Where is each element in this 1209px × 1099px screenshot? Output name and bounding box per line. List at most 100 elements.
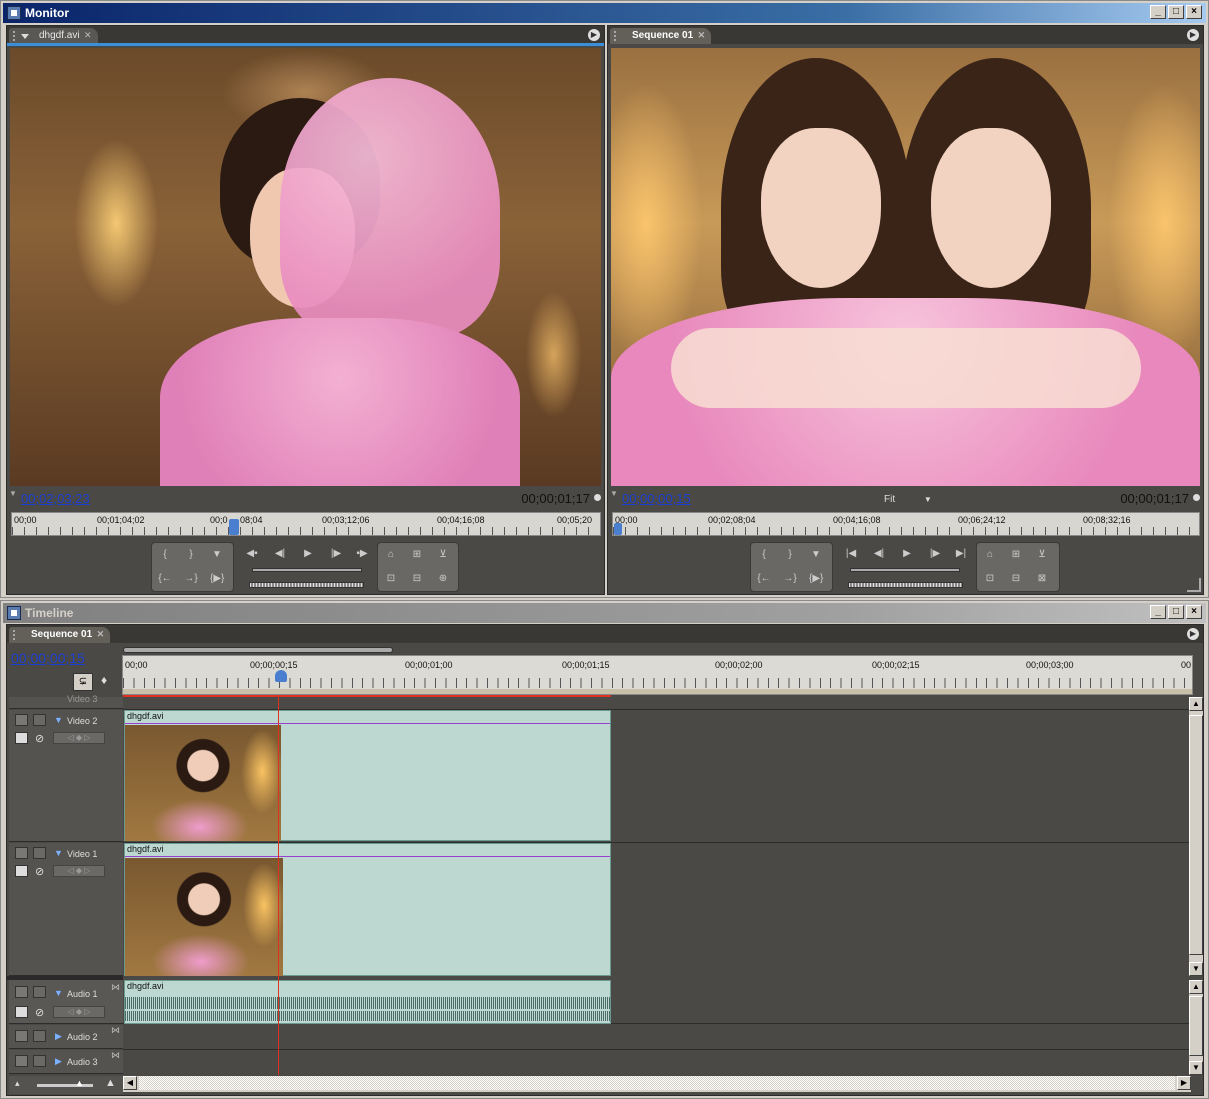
maximize-button[interactable]: □ <box>1168 605 1184 619</box>
zoom-slider[interactable] <box>37 1084 93 1087</box>
chevron-right-icon[interactable]: ▶ <box>55 1031 62 1042</box>
scroll-down-icon[interactable]: ▼ <box>1189 962 1203 976</box>
tab-sequence-01[interactable]: Sequence 01 ✕ <box>610 28 712 44</box>
take-av-icon[interactable]: ⊕ <box>436 573 450 585</box>
safe-margins-icon[interactable]: ⊞ <box>410 549 424 561</box>
scroll-up-icon[interactable]: ▲ <box>1189 697 1203 711</box>
grip-icon[interactable] <box>13 630 19 640</box>
shuttle-slider[interactable] <box>252 568 362 572</box>
speaker-icon[interactable] <box>15 1055 28 1067</box>
trim-icon[interactable]: ⊠ <box>1035 573 1049 585</box>
loop-icon[interactable]: ⌂ <box>384 549 398 561</box>
play-icon[interactable]: ▶ <box>301 548 315 560</box>
output-icon[interactable]: ⊻ <box>436 549 450 561</box>
monitor-titlebar[interactable]: Monitor _ □ × <box>3 3 1206 23</box>
close-tab-icon[interactable]: ✕ <box>698 28 706 43</box>
minimize-button[interactable]: _ <box>1150 5 1166 19</box>
scroll-thumb[interactable] <box>1189 996 1203 1056</box>
video1-clip[interactable]: dhgdf.avi <box>124 843 611 976</box>
play-in-out-icon[interactable]: {▶} <box>809 573 823 585</box>
extract-icon[interactable]: ⊟ <box>1009 573 1023 585</box>
keyframe-nav[interactable]: ◁ ◆ ▷ <box>53 732 105 744</box>
scroll-down-icon[interactable]: ▼ <box>1189 1061 1203 1075</box>
step-forward-icon[interactable]: |▶ <box>928 548 942 560</box>
timeline-playhead-icon[interactable] <box>275 670 287 682</box>
set-marker-icon[interactable]: ♦ <box>101 673 113 689</box>
set-in-icon[interactable]: { <box>158 549 172 561</box>
marker-icon[interactable]: ▼ <box>210 549 224 561</box>
keyframe-nav[interactable]: ◁ ◆ ▷ <box>53 865 105 877</box>
keyframe-nav[interactable]: ◁ ◆ ▷ <box>53 1006 105 1018</box>
chevron-down-icon[interactable]: ▼ <box>54 988 63 998</box>
tab-source-clip[interactable]: dhgdf.avi ✕ <box>9 28 98 44</box>
playhead-line[interactable] <box>278 697 279 1075</box>
source-time-ruler[interactable]: 00;00 00;01;04;02 00;0 08;04 00;03;12;06… <box>11 512 601 536</box>
video-vertical-scrollbar[interactable]: ▲ ▼ <box>1189 697 1203 976</box>
source-playhead-icon[interactable] <box>229 519 239 535</box>
grip-icon[interactable] <box>13 31 19 41</box>
lock-toggle[interactable] <box>33 986 46 998</box>
close-tab-icon[interactable]: ✕ <box>84 28 92 43</box>
keyframe-toggle-icon[interactable]: ⊘ <box>35 865 44 878</box>
zoom-in-icon[interactable]: ▲ <box>105 1077 116 1089</box>
sync-lock-icon[interactable]: ⋈ <box>111 1050 120 1061</box>
speaker-icon[interactable] <box>15 1030 28 1042</box>
insert-icon[interactable]: ⊡ <box>384 573 398 585</box>
chevron-down-icon[interactable] <box>21 34 29 39</box>
prev-edit-icon[interactable]: |◀ <box>844 548 858 560</box>
timeline-timecode[interactable]: 00;00;00;15 <box>11 650 85 666</box>
panel-menu-icon[interactable]: ▶ <box>588 29 600 41</box>
zoom-out-icon[interactable]: ▴ <box>15 1078 20 1089</box>
chevron-down-icon[interactable]: ▼ <box>54 715 63 725</box>
source-timecode[interactable]: 00;02;03;23 <box>21 491 90 506</box>
zoom-select[interactable]: Fit ▼ <box>884 494 932 505</box>
goto-out-icon[interactable]: →} <box>184 573 198 585</box>
timeline-time-ruler[interactable]: 00;00 00;00;00;15 00;00;01;00 00;00;01;1… <box>122 655 1193 695</box>
waveform-style-icon[interactable] <box>15 1006 28 1018</box>
close-button[interactable]: × <box>1186 605 1202 619</box>
resize-grip-icon[interactable] <box>1187 578 1201 592</box>
scroll-left-icon[interactable]: ◀ <box>123 1076 137 1090</box>
lock-toggle[interactable] <box>33 1030 46 1042</box>
horizontal-scrollbar[interactable]: ◀ ▶ <box>123 1076 1191 1092</box>
set-in-icon[interactable]: { <box>757 549 771 561</box>
panel-menu-icon[interactable]: ▶ <box>1187 29 1199 41</box>
maximize-button[interactable]: □ <box>1168 5 1184 19</box>
goto-in-icon[interactable]: {← <box>158 573 172 585</box>
shuttle-slider[interactable] <box>850 568 960 572</box>
scroll-up-icon[interactable]: ▲ <box>1189 980 1203 994</box>
goto-in-icon[interactable]: {← <box>757 573 771 585</box>
chevron-down-icon[interactable]: ▼ <box>54 848 63 858</box>
play-icon[interactable]: ▶ <box>900 548 914 560</box>
program-time-ruler[interactable]: 00;00 00;02;08;04 00;04;16;08 00;06;24;1… <box>612 512 1200 536</box>
lock-toggle[interactable] <box>33 1055 46 1067</box>
step-back-icon[interactable]: ◀| <box>273 548 287 560</box>
sync-lock-icon[interactable]: ⋈ <box>111 1025 120 1036</box>
display-style-icon[interactable] <box>15 732 28 744</box>
keyframe-toggle-icon[interactable]: ⊘ <box>35 1006 44 1019</box>
viewing-area-bar[interactable] <box>123 647 393 653</box>
display-style-icon[interactable] <box>15 865 28 877</box>
minimize-button[interactable]: _ <box>1150 605 1166 619</box>
lift-icon[interactable]: ⊡ <box>983 573 997 585</box>
lock-toggle[interactable] <box>33 714 46 726</box>
sync-lock-icon[interactable]: ⋈ <box>111 982 120 993</box>
snap-toggle-icon[interactable]: ⊊ <box>73 673 93 691</box>
overlay-icon[interactable]: ⊟ <box>410 573 424 585</box>
keyframe-toggle-icon[interactable]: ⊘ <box>35 732 44 745</box>
settings-arrow-icon[interactable]: ▼ <box>610 489 618 498</box>
panel-menu-icon[interactable]: ▶ <box>1187 628 1199 640</box>
timeline-titlebar[interactable]: Timeline _ □ × <box>3 603 1206 623</box>
step-back-icon[interactable]: ◀| <box>872 548 886 560</box>
zoom-slider-thumb[interactable]: ▲ <box>75 1078 84 1088</box>
set-out-icon[interactable]: } <box>783 549 797 561</box>
chevron-right-icon[interactable]: ▶ <box>55 1056 62 1067</box>
set-out-icon[interactable]: } <box>184 549 198 561</box>
safe-margins-icon[interactable]: ⊞ <box>1009 549 1023 561</box>
audio-vertical-scrollbar[interactable]: ▲ ▼ <box>1189 980 1203 1075</box>
program-timecode[interactable]: 00;00;00;15 <box>622 491 691 506</box>
next-edit-icon[interactable]: ▶| <box>954 548 968 560</box>
jog-disk[interactable] <box>848 582 963 588</box>
goto-out-icon[interactable]: →} <box>783 573 797 585</box>
work-area-bar[interactable] <box>123 689 1192 694</box>
